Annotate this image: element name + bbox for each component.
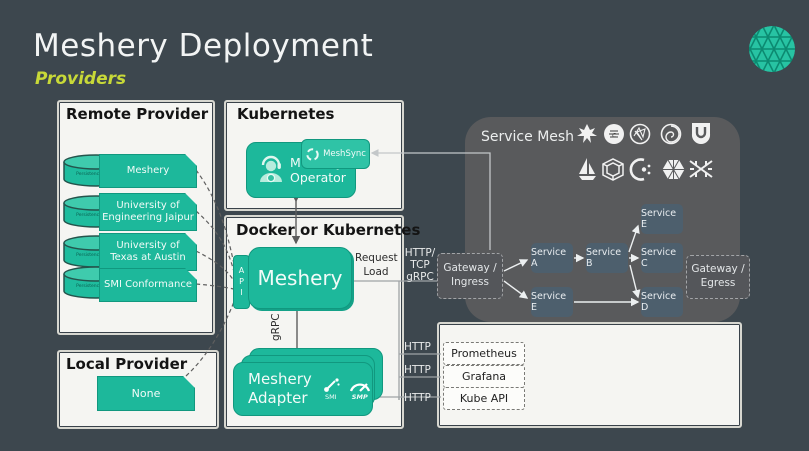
slide-canvas: Meshery Deployment Providers Remote Prov… <box>0 0 809 451</box>
overlay-lines <box>0 0 809 451</box>
meshsync-link <box>372 153 490 250</box>
service-traffic-arrows <box>504 226 638 302</box>
